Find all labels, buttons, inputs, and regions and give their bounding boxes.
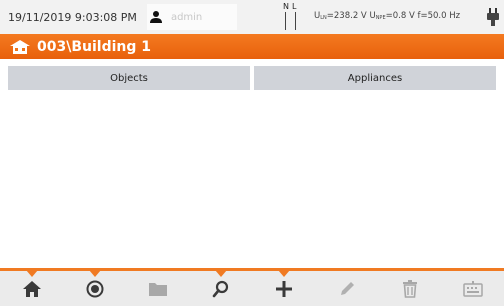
search-icon	[212, 280, 228, 297]
plug-icon	[486, 7, 500, 27]
pencil-icon	[340, 281, 354, 295]
folder-icon	[148, 282, 167, 296]
upe-sub: NPE	[375, 15, 386, 21]
keyboard-button[interactable]	[441, 271, 504, 306]
upe-value: =0.8 V	[385, 11, 415, 21]
title-bar: 003\Building 1	[0, 34, 504, 59]
trash-icon	[402, 279, 417, 298]
home-button[interactable]	[0, 270, 63, 306]
delete-button[interactable]	[378, 271, 441, 306]
tab-bar: Objects Appliances	[8, 66, 496, 90]
user-indicator[interactable]: admin	[146, 4, 237, 30]
record-button[interactable]	[63, 270, 126, 306]
datetime: 19/11/2019 9:03:08 PM	[8, 10, 137, 24]
measurement-readout: ULN=238.2 V UNPE=0.8 V f=50.0 Hz	[314, 11, 460, 21]
nl-n-label: N	[283, 2, 289, 11]
nl-l-label: L	[292, 2, 297, 11]
notch-marker	[277, 270, 290, 277]
notch-marker	[88, 270, 101, 277]
folder-button[interactable]	[126, 271, 189, 306]
search-button[interactable]	[189, 270, 252, 306]
plus-icon	[275, 280, 292, 297]
page-title: 003\Building 1	[37, 38, 151, 55]
keyboard-icon	[462, 280, 483, 297]
add-button[interactable]	[252, 270, 315, 306]
frequency-value: f=50.0 Hz	[417, 11, 461, 21]
user-name: admin	[170, 11, 203, 23]
edit-button[interactable]	[315, 271, 378, 306]
record-icon	[86, 280, 103, 297]
tab-objects[interactable]: Objects	[8, 66, 250, 90]
bottom-toolbar	[0, 268, 504, 306]
n-bar	[285, 12, 286, 30]
building-icon	[9, 39, 31, 55]
l-bar	[295, 12, 296, 30]
notch-marker	[214, 270, 227, 277]
user-icon	[149, 10, 163, 24]
notch-marker	[25, 270, 38, 277]
upe-label: U	[369, 11, 376, 21]
nl-indicator: N L	[283, 2, 303, 32]
uln-sub: LN	[320, 15, 327, 21]
home-icon	[22, 280, 41, 297]
uln-value: =238.2 V	[326, 11, 367, 21]
tab-appliances[interactable]: Appliances	[254, 66, 496, 90]
